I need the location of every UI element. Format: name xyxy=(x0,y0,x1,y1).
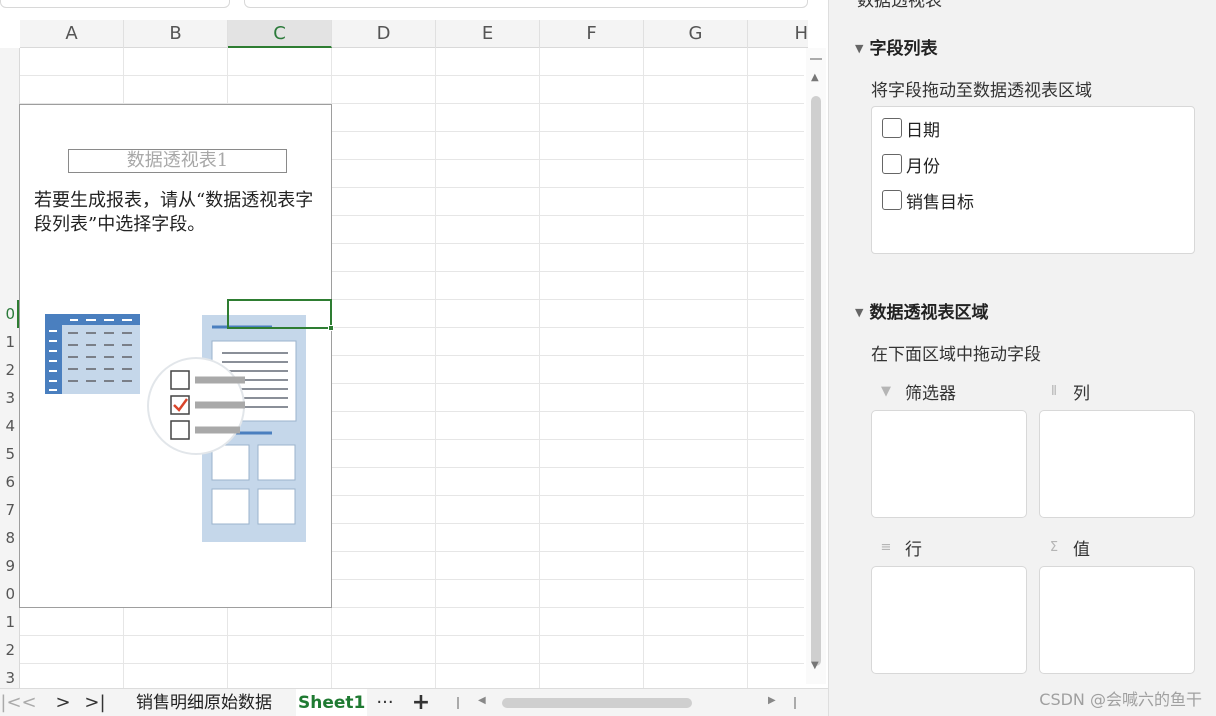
collapse-triangle-icon: ▼ xyxy=(855,42,864,55)
field-list-section-header[interactable]: ▼ 字段列表 xyxy=(855,34,937,59)
fill-handle[interactable] xyxy=(328,325,334,331)
formula-bar[interactable] xyxy=(244,0,808,8)
field-list-box: 日期 月份 销售目标 xyxy=(871,106,1195,254)
more-sheets-button[interactable]: ··· xyxy=(372,689,398,716)
scroll-end-marker xyxy=(794,697,796,709)
active-cell-selection[interactable] xyxy=(227,299,334,331)
row-header[interactable]: 5 xyxy=(5,440,15,468)
column-header-b[interactable]: B xyxy=(124,20,228,48)
rows-drop-zone[interactable] xyxy=(871,566,1027,674)
pivot-table-hint: 若要生成报表，请从“数据透视表字段列表”中选择字段。 xyxy=(34,190,314,235)
row-header[interactable]: 1 xyxy=(5,328,15,356)
filter-area-label: ▼ 筛选器 xyxy=(879,379,956,404)
areas-title: 数据透视表区域 xyxy=(869,303,989,323)
last-sheet-button[interactable]: >| xyxy=(82,689,108,716)
areas-instruction: 在下面区域中拖动字段 xyxy=(871,345,1041,365)
row-header[interactable]: 3 xyxy=(5,384,15,412)
vertical-scrollbar[interactable]: ▲ ▼ xyxy=(806,48,826,684)
checkbox[interactable] xyxy=(882,190,902,210)
sheet-tab-bar: |< < > >| 销售明细原始数据 Sheet1 ··· + ◀ ▶ xyxy=(0,688,828,716)
rows-area-label: ≡ 行 xyxy=(879,535,922,560)
row-header[interactable]: 9 xyxy=(5,552,15,580)
row-header[interactable]: 1 xyxy=(5,608,15,636)
columns-area-label: ⦀ 列 xyxy=(1047,379,1090,404)
column-header-bar: A B C D E F G H xyxy=(20,20,808,48)
area-title: 列 xyxy=(1073,384,1090,404)
rows-icon: ≡ xyxy=(880,540,892,555)
collapse-triangle-icon: ▼ xyxy=(855,306,864,319)
chevron-right-icon: > xyxy=(55,692,71,713)
watermark: CSDN @会喊六的鱼干 xyxy=(1039,690,1202,709)
scroll-left-arrow-icon[interactable]: ◀ xyxy=(478,695,486,706)
chevron-last-icon: >| xyxy=(84,692,106,713)
horizontal-scroll-thumb[interactable] xyxy=(502,698,692,708)
tab-splitter[interactable] xyxy=(457,697,459,709)
pivot-table-placeholder[interactable]: 数据透视表1 若要生成报表，请从“数据透视表字段列表”中选择字段。 xyxy=(19,104,332,608)
field-item-date[interactable]: 日期 xyxy=(882,117,940,141)
row-header[interactable]: 3 xyxy=(5,664,15,688)
add-sheet-button[interactable]: + xyxy=(408,689,434,716)
pivot-field-panel: 数据透视表 ▼ 字段列表 将字段拖动至数据透视表区域 日期 月份 销售目标 ▼ 数据… xyxy=(828,0,1216,716)
scroll-right-arrow-icon[interactable]: ▶ xyxy=(768,695,776,706)
scroll-down-arrow-icon[interactable]: ▼ xyxy=(811,660,819,671)
area-title: 筛选器 xyxy=(905,384,956,404)
checkbox[interactable] xyxy=(882,118,902,138)
field-item-sales-target[interactable]: 销售目标 xyxy=(882,189,974,213)
spreadsheet-area: A B C D E F G H 0 1 2 3 4 5 6 7 8 9 0 1 … xyxy=(0,0,828,716)
area-title: 值 xyxy=(1073,540,1090,560)
field-label: 月份 xyxy=(906,156,940,177)
sheet-tab-sales-detail[interactable]: 销售明细原始数据 xyxy=(136,689,272,716)
sigma-icon: Σ xyxy=(1049,540,1059,555)
column-header-e[interactable]: E xyxy=(436,20,540,48)
checkbox[interactable] xyxy=(882,154,902,174)
sheet-tab-sheet1[interactable]: Sheet1 xyxy=(296,689,368,716)
row-header[interactable]: 7 xyxy=(5,496,15,524)
row-header[interactable]: 0 xyxy=(5,300,15,328)
row-header-bar: 0 1 2 3 4 5 6 7 8 9 0 1 2 3 xyxy=(0,48,20,688)
filter-icon: ▼ xyxy=(881,384,891,399)
row-header[interactable]: 8 xyxy=(5,524,15,552)
field-label: 销售目标 xyxy=(906,192,974,213)
values-drop-zone[interactable] xyxy=(1039,566,1195,674)
columns-drop-zone[interactable] xyxy=(1039,410,1195,518)
row-header[interactable]: 4 xyxy=(5,412,15,440)
scroll-split-line xyxy=(810,58,822,60)
checklist-icon xyxy=(147,357,245,455)
pivot-illustration xyxy=(40,305,310,549)
pivot-table-name: 数据透视表1 xyxy=(68,149,287,173)
column-header-a[interactable]: A xyxy=(20,20,124,48)
area-title: 行 xyxy=(905,540,922,560)
scroll-up-arrow-icon[interactable]: ▲ xyxy=(811,72,819,83)
chevron-left-icon: < xyxy=(21,692,37,713)
field-list-instruction: 将字段拖动至数据透视表区域 xyxy=(871,81,1092,101)
panel-title: 数据透视表 xyxy=(857,0,942,11)
vertical-scroll-thumb[interactable] xyxy=(811,96,821,666)
row-header[interactable]: 2 xyxy=(5,636,15,664)
field-label: 日期 xyxy=(906,120,940,141)
column-header-d[interactable]: D xyxy=(332,20,436,48)
column-header-h[interactable]: H xyxy=(748,20,808,48)
filter-drop-zone[interactable] xyxy=(871,410,1027,518)
table-icon xyxy=(45,314,140,394)
row-header[interactable]: 2 xyxy=(5,356,15,384)
prev-sheet-button[interactable]: < xyxy=(18,689,40,716)
field-item-month[interactable]: 月份 xyxy=(882,153,940,177)
column-header-g[interactable]: G xyxy=(644,20,748,48)
name-box[interactable] xyxy=(0,0,230,8)
column-header-c[interactable]: C xyxy=(228,20,332,48)
columns-icon: ⦀ xyxy=(1051,384,1057,399)
field-list-title: 字段列表 xyxy=(869,39,938,59)
next-sheet-button[interactable]: > xyxy=(52,689,74,716)
row-header[interactable]: 0 xyxy=(5,580,15,608)
areas-section-header[interactable]: ▼ 数据透视表区域 xyxy=(855,298,988,323)
column-header-f[interactable]: F xyxy=(540,20,644,48)
row-header[interactable]: 6 xyxy=(5,468,15,496)
values-area-label: Σ值 xyxy=(1047,535,1090,560)
